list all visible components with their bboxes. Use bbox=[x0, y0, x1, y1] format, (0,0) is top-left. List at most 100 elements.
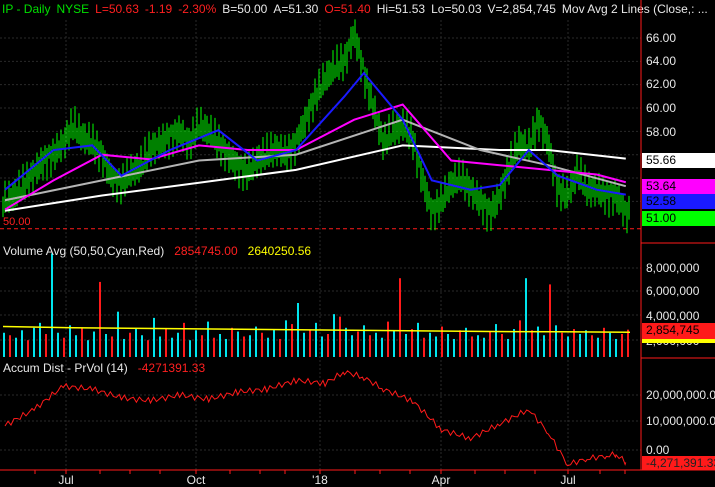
accum-panel-title: Accum Dist - PrVol (14) -4271391.33 bbox=[3, 361, 205, 375]
volume-bar bbox=[165, 329, 167, 357]
volume-bar bbox=[357, 331, 359, 357]
volume-bar bbox=[345, 327, 347, 357]
last-price-label: 51.00 bbox=[642, 211, 715, 226]
volume-bar bbox=[597, 337, 599, 357]
x-tick-18: '18 bbox=[312, 473, 328, 487]
volume-bar bbox=[201, 335, 203, 357]
volume-bar bbox=[333, 314, 335, 357]
volume-bar bbox=[189, 340, 191, 357]
volume-bar bbox=[9, 335, 11, 357]
volume-bar bbox=[429, 332, 431, 357]
volume-bar bbox=[273, 329, 275, 357]
accum-tick: 0.00 bbox=[646, 443, 670, 457]
volume-bar bbox=[315, 322, 317, 357]
volume-bar bbox=[51, 253, 53, 357]
volume-bar bbox=[615, 338, 617, 357]
volume-bar bbox=[81, 327, 83, 357]
volume-bar bbox=[111, 336, 113, 357]
volume-bar bbox=[393, 330, 395, 357]
volume-bar bbox=[237, 331, 239, 357]
volume-tick: 6,000,000 bbox=[646, 284, 700, 298]
x-tick-jul-2: Jul bbox=[560, 473, 576, 487]
volume-bar bbox=[375, 332, 377, 357]
volume-bar bbox=[219, 334, 221, 357]
volume-panel-title: Volume Avg (50,50,Cyan,Red) 2854745.00 2… bbox=[3, 244, 311, 258]
volume-bar bbox=[99, 281, 101, 357]
volume-bar bbox=[243, 336, 245, 357]
volume-bar bbox=[231, 327, 233, 357]
volume-bar bbox=[207, 321, 209, 357]
volume-bar bbox=[525, 278, 527, 357]
volume-bar bbox=[135, 329, 137, 357]
volume-bar bbox=[75, 335, 77, 357]
volume-bar bbox=[195, 330, 197, 357]
price-tick: 60.00 bbox=[646, 101, 677, 115]
volume-bar bbox=[21, 330, 23, 357]
volume-bar bbox=[591, 335, 593, 357]
volume-bar bbox=[153, 317, 155, 357]
volume-value: 2854745.00 bbox=[174, 244, 238, 258]
price-tick: 58.00 bbox=[646, 125, 677, 139]
volume-bar bbox=[141, 335, 143, 357]
volume-bar bbox=[267, 337, 269, 357]
volume-bar bbox=[513, 329, 515, 357]
volume-tick: 4,000,000 bbox=[646, 309, 700, 323]
ma-blue-label: 52.58 bbox=[642, 194, 715, 209]
volume-bar bbox=[381, 337, 383, 357]
volume-bar bbox=[249, 335, 251, 357]
price-tick: 62.00 bbox=[646, 77, 677, 91]
volume-bar bbox=[459, 330, 461, 357]
volume-bar bbox=[117, 311, 119, 357]
volume-bar bbox=[579, 334, 581, 357]
accum-tick: 20,000,000.00 bbox=[646, 388, 715, 402]
volume-bar bbox=[519, 320, 521, 357]
volume-bar bbox=[477, 335, 479, 357]
x-tick-jul: Jul bbox=[58, 473, 74, 487]
volume-bar bbox=[495, 324, 497, 357]
volume-bar bbox=[63, 337, 65, 357]
volume-bar bbox=[501, 334, 503, 357]
volume-bar bbox=[399, 278, 401, 357]
volume-bar bbox=[435, 336, 437, 357]
x-tick-apr: Apr bbox=[431, 473, 451, 487]
volume-bar bbox=[567, 336, 569, 357]
volume-bar bbox=[261, 332, 263, 357]
volume-bar bbox=[561, 332, 563, 357]
volume-bar bbox=[159, 336, 161, 357]
volume-bar bbox=[303, 332, 305, 357]
volume-bar bbox=[627, 329, 629, 357]
volume-bar bbox=[15, 337, 17, 357]
volume-bar bbox=[423, 337, 425, 357]
accum-value: -4271391.33 bbox=[137, 361, 206, 375]
volume-bar bbox=[555, 325, 557, 357]
volume-bar bbox=[225, 338, 227, 357]
volume-bar bbox=[171, 337, 173, 357]
volume-bar bbox=[585, 330, 587, 357]
volume-bar bbox=[45, 334, 47, 357]
price-tick: 66.00 bbox=[646, 31, 677, 45]
volume-bar bbox=[369, 335, 371, 357]
volume-bar bbox=[69, 325, 71, 357]
volume-bar bbox=[447, 334, 449, 357]
volume-bar bbox=[123, 338, 125, 357]
volume-bar bbox=[321, 336, 323, 357]
volume-bar bbox=[387, 321, 389, 357]
volume-bar bbox=[573, 329, 575, 357]
volume-bar bbox=[465, 327, 467, 357]
volume-bar bbox=[621, 334, 623, 357]
volume-bar bbox=[285, 320, 287, 357]
volume-bar bbox=[609, 332, 611, 357]
volume-bar bbox=[27, 340, 29, 357]
volume-bar bbox=[279, 338, 281, 357]
x-tick-oct: Oct bbox=[186, 473, 206, 487]
volume-bar bbox=[471, 336, 473, 357]
volume-bar bbox=[3, 332, 5, 357]
price-tick: 64.00 bbox=[646, 54, 677, 68]
volume-bar bbox=[57, 332, 59, 357]
volume-bar bbox=[351, 335, 353, 357]
accum-last-label: -4,271,391.33 bbox=[642, 456, 715, 470]
volume-bar bbox=[489, 331, 491, 357]
accum-dist-line bbox=[4, 370, 627, 467]
volume-bar bbox=[213, 337, 215, 357]
volume-bar bbox=[93, 331, 95, 357]
